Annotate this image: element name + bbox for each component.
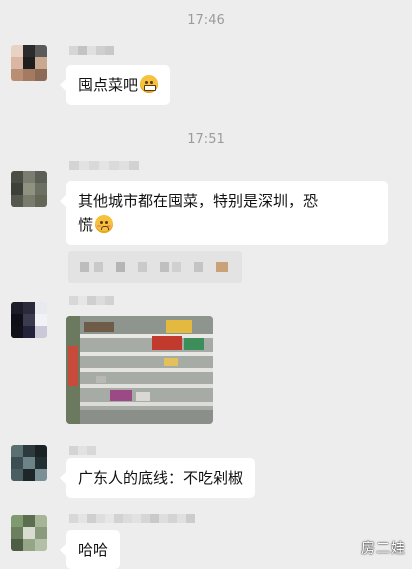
sender-name-redacted (69, 446, 96, 455)
timestamp-1746: 17:46 (187, 13, 225, 28)
avatar[interactable] (11, 302, 47, 338)
message-text-continued: 慌 (78, 216, 94, 234)
message-bubble[interactable]: 哈哈 (59, 530, 121, 569)
avatar[interactable] (11, 45, 47, 81)
sender-name-redacted (69, 296, 114, 305)
avatar[interactable] (11, 515, 47, 551)
timestamp-1751: 17:51 (187, 132, 225, 147)
message-bubble[interactable]: 囤点菜吧 (59, 65, 171, 105)
quoted-message-redacted[interactable] (68, 251, 242, 283)
watermark: 房二娃 (361, 541, 406, 557)
avatar[interactable] (11, 171, 47, 207)
message-text: 哈哈 (78, 541, 109, 559)
grinning-face-icon (140, 75, 159, 93)
sender-name-redacted (69, 46, 114, 55)
avatar[interactable] (11, 445, 47, 481)
message-bubble[interactable]: 其他城市都在囤菜，特别是深圳，恐 慌 (60, 181, 388, 245)
message-text: 囤点菜吧 (78, 76, 139, 94)
supermarket-shelves-photo[interactable] (66, 316, 213, 424)
message-text: 其他城市都在囤菜，特别是深圳，恐 (78, 192, 319, 210)
message-bubble[interactable]: 广东人的底线：不吃剁椒 (59, 458, 256, 498)
sender-name-redacted (69, 514, 195, 523)
message-text: 广东人的底线：不吃剁椒 (78, 469, 244, 487)
worried-face-icon (95, 215, 114, 233)
shelves-image (66, 316, 213, 424)
sender-name-redacted (69, 161, 139, 170)
